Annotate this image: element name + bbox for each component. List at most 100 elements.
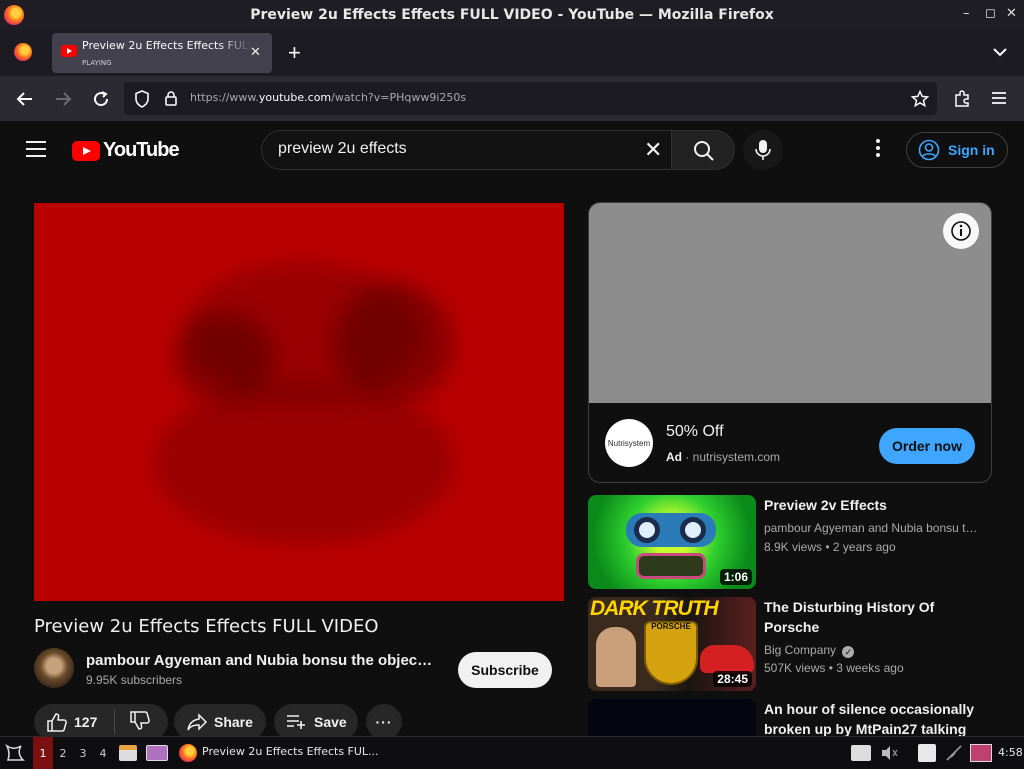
video-thumbnail[interactable]: DARK TRUTH PORSCHE 28:45	[588, 597, 756, 691]
save-button[interactable]: Save	[274, 704, 358, 736]
youtube-play-logo-icon	[72, 140, 100, 161]
like-count: 127	[74, 714, 98, 730]
related-video-stats: 507K views • 3 weeks ago	[764, 661, 904, 675]
firefox-logo-icon	[4, 5, 24, 25]
taskbar-window-button[interactable]: Preview 2u Effects Effects FUL...	[202, 745, 379, 758]
tray-app-icon[interactable]	[970, 744, 992, 762]
related-video-item[interactable]: DARK TRUTH PORSCHE 28:45 The Disturbing …	[588, 597, 992, 691]
microphone-icon	[755, 140, 771, 160]
related-video-item[interactable]: An hour of silence occasionally broken u…	[588, 699, 992, 736]
subscriber-count: 9.95K subscribers	[86, 673, 183, 687]
porsche-crest-text: PORSCHE	[651, 622, 691, 631]
clear-search-icon[interactable]: ✕	[644, 138, 662, 163]
extensions-puzzle-icon[interactable]	[953, 90, 971, 108]
url-text[interactable]: https://www.youtube.com/watch?v=PHqww9i2…	[190, 91, 466, 104]
video-duration: 28:45	[713, 671, 752, 687]
file-manager-launcher-icon[interactable]	[119, 745, 137, 761]
new-tab-button[interactable]: +	[288, 40, 301, 66]
like-button[interactable]: 127	[34, 711, 114, 733]
app-menu-icon[interactable]	[991, 91, 1007, 105]
sign-in-label: Sign in	[948, 142, 995, 158]
reload-icon[interactable]	[92, 90, 110, 108]
channel-name[interactable]: pambour Agyeman and Nubia bonsu the obje…	[86, 652, 436, 669]
ad-meta: Ad · nutrisystem.com	[666, 450, 781, 464]
video-thumbnail[interactable]: 1:06	[588, 495, 756, 589]
order-now-button[interactable]: Order now	[879, 428, 975, 464]
related-video-stats: 8.9K views • 2 years ago	[764, 540, 896, 554]
start-menu-icon[interactable]	[4, 742, 26, 764]
related-video-title[interactable]: Preview 2v Effects	[764, 495, 984, 515]
sign-in-button[interactable]: Sign in	[906, 132, 1008, 168]
tab-close-icon[interactable]: ✕	[250, 44, 261, 60]
related-video-channel[interactable]: Big Company ✓	[764, 643, 984, 658]
window-titlebar: Preview 2u Effects Effects FULL VIDEO - …	[0, 0, 1024, 30]
removable-drive-icon[interactable]	[851, 745, 871, 761]
related-video-channel[interactable]: pambour Agyeman and Nubia bonsu the obje…	[764, 521, 984, 535]
thumbs-up-icon	[47, 713, 67, 732]
url-bar[interactable]: https://www.youtube.com/watch?v=PHqww9i2…	[124, 82, 937, 115]
guide-menu-icon[interactable]	[26, 141, 46, 157]
workspace-4[interactable]: 4	[93, 737, 113, 769]
back-arrow-icon[interactable]	[16, 90, 34, 108]
list-all-tabs-icon[interactable]	[992, 46, 1008, 58]
settings-kebab-icon[interactable]	[870, 139, 886, 163]
tab-title: Preview 2u Effects Effects FULL VIDEO	[82, 39, 252, 52]
padlock-icon[interactable]	[164, 90, 178, 107]
workspace-2[interactable]: 2	[53, 737, 73, 769]
voice-search-button[interactable]	[743, 130, 783, 170]
firefox-view-icon[interactable]	[14, 43, 32, 61]
network-disconnected-icon[interactable]	[945, 745, 963, 761]
window-title: Preview 2u Effects Effects FULL VIDEO - …	[250, 7, 774, 23]
system-taskbar: 1 2 3 4 Preview 2u Effects Effects FUL..…	[0, 736, 1024, 769]
search-input[interactable]	[278, 140, 628, 158]
verified-check-icon: ✓	[842, 646, 855, 658]
thumbs-down-icon	[130, 710, 150, 730]
youtube-favicon-icon	[61, 45, 77, 57]
maximize-button[interactable]: ◻	[985, 6, 996, 21]
clock: 4:58	[998, 746, 1023, 759]
advertiser-logo[interactable]: Nutrisystem	[605, 419, 653, 467]
tab-playing-status: PLAYING	[82, 59, 112, 67]
youtube-masthead: YouTube ✕ Sign in	[0, 121, 1024, 179]
firefox-task-icon[interactable]	[179, 744, 197, 762]
subscribe-button[interactable]: Subscribe	[458, 652, 552, 688]
save-label: Save	[314, 714, 347, 730]
bookmark-star-icon[interactable]	[911, 90, 929, 108]
sponsored-ad-card[interactable]: Nutrisystem 50% Off Ad · nutrisystem.com…	[588, 202, 992, 483]
volume-icon[interactable]	[880, 745, 900, 761]
youtube-wordmark: YouTube	[103, 139, 180, 161]
close-window-button[interactable]: ✕	[1006, 6, 1017, 21]
ad-image[interactable]	[589, 203, 991, 403]
terminal-launcher-icon[interactable]	[146, 745, 168, 761]
search-box[interactable]: ✕	[261, 130, 672, 170]
tracking-protection-shield-icon[interactable]	[134, 90, 150, 108]
search-icon	[694, 141, 714, 161]
related-video-item[interactable]: 1:06 Preview 2v Effects pambour Agyeman …	[588, 495, 992, 589]
ad-title[interactable]: 50% Off	[666, 423, 724, 441]
minimize-button[interactable]: –	[963, 6, 970, 21]
ad-info-button[interactable]	[943, 213, 979, 249]
dislike-button[interactable]	[115, 710, 151, 735]
ad-domain: nutrisystem.com	[692, 450, 781, 464]
workspace-3[interactable]: 3	[73, 737, 93, 769]
video-duration: 1:06	[719, 569, 752, 585]
youtube-page: YouTube ✕ Sign in Preview 2u Effects Eff…	[0, 121, 1024, 736]
clipboard-icon[interactable]	[918, 744, 936, 762]
related-video-title[interactable]: The Disturbing History Of Porsche	[764, 597, 984, 637]
video-thumbnail[interactable]	[588, 699, 756, 736]
share-button[interactable]: Share	[174, 704, 266, 736]
video-player[interactable]	[34, 203, 564, 601]
more-actions-button[interactable]: ···	[366, 704, 402, 736]
youtube-logo[interactable]: YouTube	[72, 139, 180, 162]
share-arrow-icon	[187, 713, 208, 731]
search-button[interactable]	[671, 130, 735, 170]
channel-avatar[interactable]	[34, 648, 74, 688]
share-label: Share	[214, 714, 253, 730]
browser-tab[interactable]: Preview 2u Effects Effects FULL VIDEO PL…	[52, 33, 272, 73]
forward-arrow-icon[interactable]	[54, 90, 72, 108]
workspace-1[interactable]: 1	[33, 737, 53, 769]
navigation-bar: https://www.youtube.com/watch?v=PHqww9i2…	[0, 76, 1024, 121]
related-video-title[interactable]: An hour of silence occasionally broken u…	[764, 699, 984, 736]
account-circle-icon	[918, 139, 940, 161]
video-title: Preview 2u Effects Effects FULL VIDEO	[34, 616, 379, 637]
